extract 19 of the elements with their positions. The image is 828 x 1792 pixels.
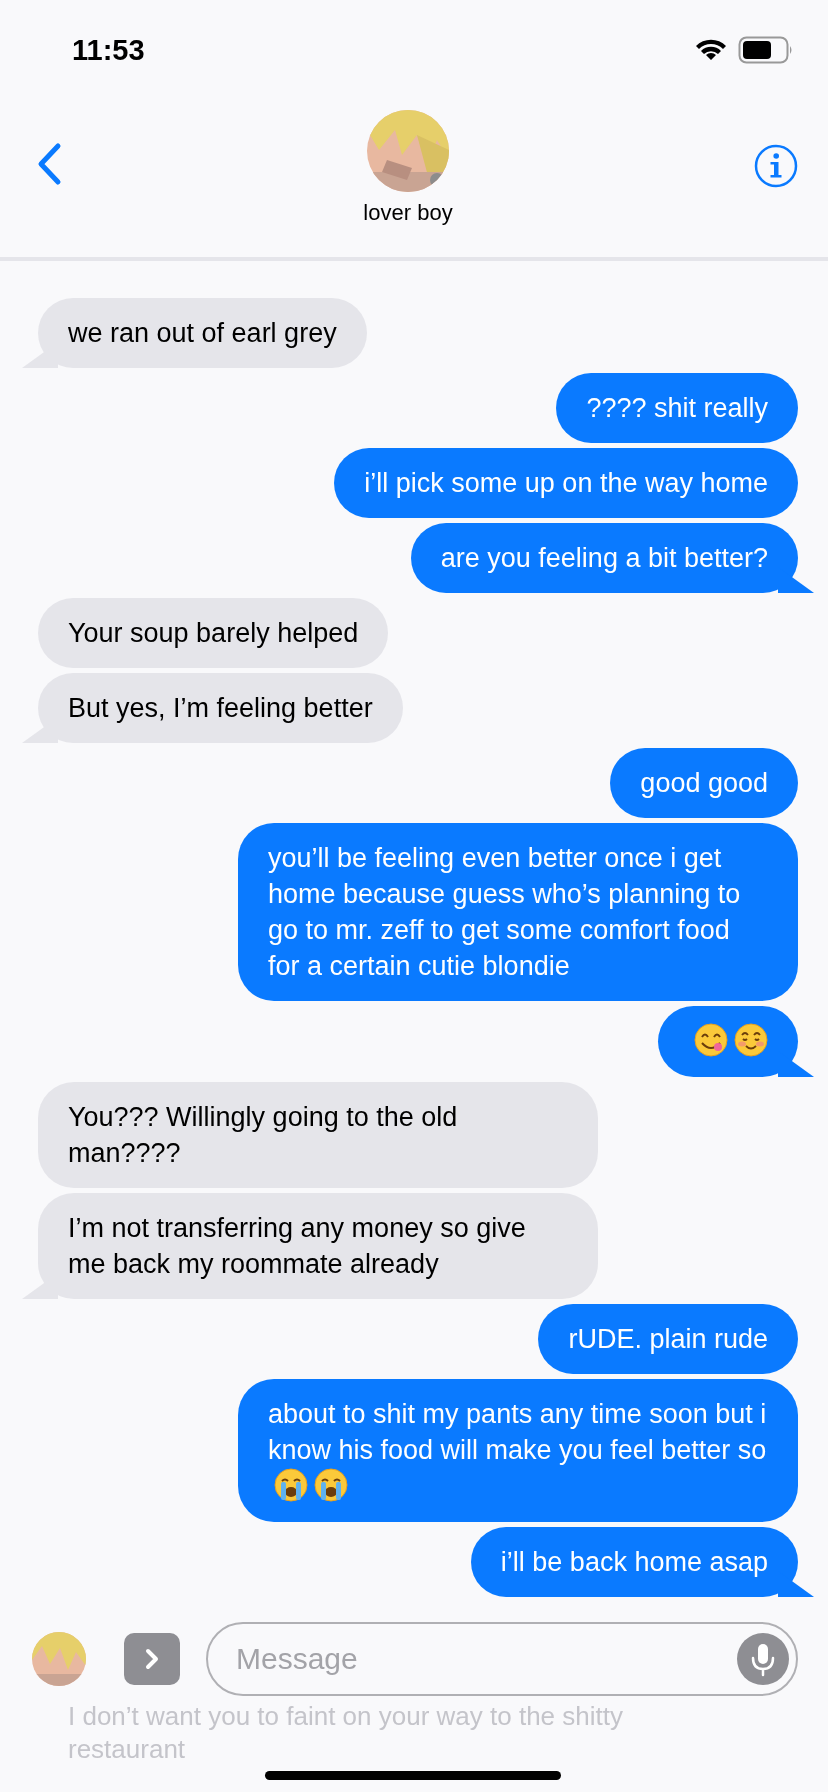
contact-name[interactable]: lover boy [363,200,453,226]
received-message: Your soup barely helped [38,598,389,668]
message-field[interactable]: Message [206,1622,798,1696]
crying-face-icon [314,1468,348,1502]
sent-message: rUDE. plain rude [538,1304,798,1374]
sent-message: ???? shit really [556,373,798,443]
sent-message: you’ll be feeling even better once i get home because guess who’s planning to go to mr. zeff to get some comfort food for a certain cutie blondie [238,823,798,1001]
sent-message: good good [610,748,798,818]
wifi-icon [694,38,728,62]
status-time: 11:53 [72,33,145,67]
crying-face-icon [274,1468,308,1502]
smiling-face-icon [734,1023,768,1057]
tongue-face-icon [694,1023,728,1057]
microphone-icon[interactable] [737,1633,789,1685]
sent-message: i’ll pick some up on the way home [334,448,798,518]
battery-icon [738,36,794,64]
sent-message: about to shit my pants any time soon but i know his food will make you feel better so [238,1379,798,1522]
received-message: You??? Willingly going to the old man???? [38,1082,598,1188]
expand-button[interactable] [124,1633,180,1685]
